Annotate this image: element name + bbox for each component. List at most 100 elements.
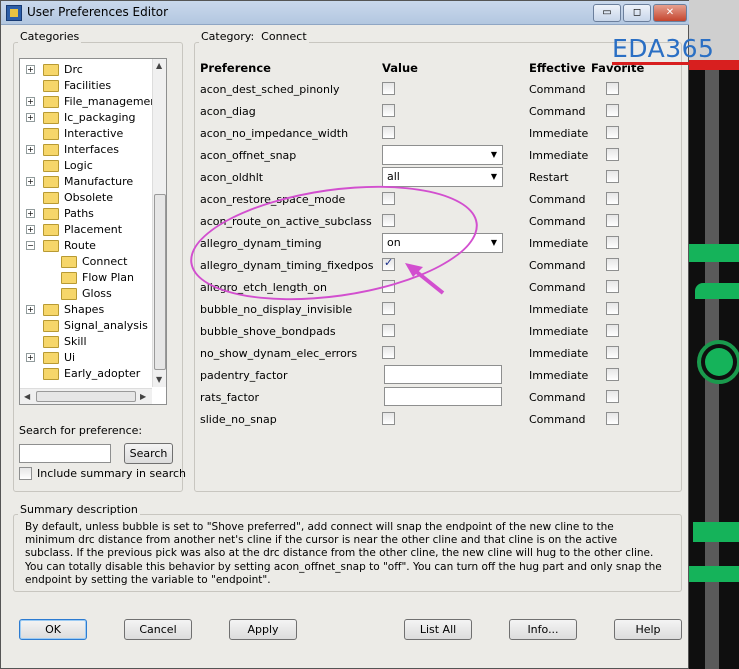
- chevron-down-icon[interactable]: ▼: [486, 146, 502, 164]
- favorite-checkbox[interactable]: [606, 302, 619, 315]
- minimize-button[interactable]: ▭: [593, 4, 621, 22]
- restore-button[interactable]: ◻: [623, 4, 651, 22]
- folder-icon: [43, 160, 59, 172]
- folder-icon: [43, 240, 59, 252]
- preference-name: bubble_shove_bondpads: [200, 325, 336, 338]
- favorite-checkbox[interactable]: [606, 258, 619, 271]
- scroll-right-icon[interactable]: ▶: [140, 392, 146, 401]
- tree-item-manufacture[interactable]: Manufacture: [64, 174, 133, 190]
- list-all-button[interactable]: List All: [404, 619, 472, 640]
- favorite-checkbox[interactable]: [606, 104, 619, 117]
- folder-icon: [43, 352, 59, 364]
- folder-icon: [61, 272, 77, 284]
- favorite-checkbox[interactable]: [606, 324, 619, 337]
- preference-name: acon_diag: [200, 105, 256, 118]
- search-button[interactable]: Search: [124, 443, 173, 464]
- tree-expander-icon[interactable]: +: [26, 209, 35, 218]
- tree-expander-icon[interactable]: +: [26, 305, 35, 314]
- favorite-checkbox[interactable]: [606, 346, 619, 359]
- preference-name: acon_dest_sched_pinonly: [200, 83, 340, 96]
- tree-item-shapes[interactable]: Shapes: [64, 302, 104, 318]
- value-checkbox[interactable]: [382, 324, 395, 337]
- watermark-underline: [612, 62, 722, 65]
- ok-button[interactable]: OK: [19, 619, 87, 640]
- favorite-checkbox[interactable]: [606, 170, 619, 183]
- preference-name: acon_offnet_snap: [200, 149, 297, 162]
- favorite-checkbox[interactable]: [606, 236, 619, 249]
- tree-vertical-scrollbar[interactable]: ▲ ▼: [152, 59, 166, 387]
- col-preference: Preference: [200, 61, 271, 75]
- scroll-thumb[interactable]: [154, 194, 166, 370]
- favorite-checkbox[interactable]: [606, 368, 619, 381]
- tree-item-paths[interactable]: Paths: [64, 206, 94, 222]
- cad-trace: [689, 566, 739, 582]
- scroll-left-icon[interactable]: ◀: [24, 392, 30, 401]
- tree-item-skill[interactable]: Skill: [64, 334, 87, 350]
- value-checkbox[interactable]: [382, 82, 395, 95]
- value-checkbox[interactable]: [382, 126, 395, 139]
- tree-expander-icon[interactable]: +: [26, 353, 35, 362]
- info-button[interactable]: Info...: [509, 619, 577, 640]
- value-checkbox[interactable]: [382, 104, 395, 117]
- category-tree[interactable]: + Drc Facilities + File_management + Ic_packag…: [19, 58, 167, 405]
- watermark-logo: EDA365: [612, 34, 715, 63]
- favorite-checkbox[interactable]: [606, 412, 619, 425]
- apply-button[interactable]: Apply: [229, 619, 297, 640]
- tree-item-connect[interactable]: Connect: [82, 254, 127, 270]
- title-bar[interactable]: User Preferences Editor ▭ ◻ ✕: [1, 1, 690, 25]
- tree-item-ic-packaging[interactable]: Ic_packaging: [64, 110, 135, 126]
- tree-expander-icon[interactable]: +: [26, 225, 35, 234]
- tree-expander-icon[interactable]: +: [26, 97, 35, 106]
- folder-icon: [61, 256, 77, 268]
- search-input[interactable]: [19, 444, 111, 463]
- include-summary-checkbox[interactable]: [19, 467, 32, 480]
- favorite-checkbox[interactable]: [606, 214, 619, 227]
- value-checkbox[interactable]: [382, 302, 395, 315]
- cancel-button[interactable]: Cancel: [124, 619, 192, 640]
- folder-icon: [43, 304, 59, 316]
- favorite-checkbox[interactable]: [606, 390, 619, 403]
- tree-item-route[interactable]: Route: [64, 238, 96, 254]
- folder-icon: [43, 320, 59, 332]
- value-text-input[interactable]: [384, 387, 502, 406]
- close-button[interactable]: ✕: [653, 4, 687, 22]
- help-button[interactable]: Help: [614, 619, 682, 640]
- tree-item-interactive[interactable]: Interactive: [64, 126, 123, 142]
- folder-icon: [43, 96, 59, 108]
- favorite-checkbox[interactable]: [606, 126, 619, 139]
- value-checkbox[interactable]: [382, 412, 395, 425]
- value-checkbox[interactable]: [382, 346, 395, 359]
- tree-item-gloss[interactable]: Gloss: [82, 286, 112, 302]
- tree-expander-icon[interactable]: −: [26, 241, 35, 250]
- tree-item-signal-analysis[interactable]: Signal_analysis: [64, 318, 148, 334]
- value-dropdown[interactable]: ▼: [382, 145, 503, 165]
- scroll-up-icon[interactable]: ▲: [156, 61, 162, 70]
- favorite-checkbox[interactable]: [606, 82, 619, 95]
- tree-item-ui[interactable]: Ui: [64, 350, 75, 366]
- value-dropdown[interactable]: all ▼: [382, 167, 503, 187]
- tree-item-logic[interactable]: Logic: [64, 158, 93, 174]
- value-text-input[interactable]: [384, 365, 502, 384]
- tree-expander-icon[interactable]: +: [26, 113, 35, 122]
- scroll-down-icon[interactable]: ▼: [156, 375, 162, 384]
- tree-expander-icon[interactable]: +: [26, 177, 35, 186]
- tree-expander-icon[interactable]: +: [26, 65, 35, 74]
- effective-value: Immediate: [529, 127, 589, 140]
- favorite-checkbox[interactable]: [606, 192, 619, 205]
- hscroll-thumb[interactable]: [36, 391, 136, 402]
- favorite-checkbox[interactable]: [606, 280, 619, 293]
- tree-item-facilities[interactable]: Facilities: [64, 78, 111, 94]
- chevron-down-icon[interactable]: ▼: [486, 234, 502, 252]
- tree-horizontal-scrollbar[interactable]: ◀ ▶: [20, 388, 152, 404]
- tree-expander-icon[interactable]: +: [26, 145, 35, 154]
- tree-item-flow-plan[interactable]: Flow Plan: [82, 270, 134, 286]
- favorite-checkbox[interactable]: [606, 148, 619, 161]
- tree-item-early-adopter[interactable]: Early_adopter: [64, 366, 140, 382]
- tree-item-interfaces[interactable]: Interfaces: [64, 142, 119, 158]
- chevron-down-icon[interactable]: ▼: [486, 168, 502, 186]
- tree-item-obsolete[interactable]: Obsolete: [64, 190, 113, 206]
- tree-item-drc[interactable]: Drc: [64, 62, 83, 78]
- tree-item-file-management[interactable]: File_management: [64, 94, 162, 110]
- effective-value: Immediate: [529, 347, 589, 360]
- tree-item-placement[interactable]: Placement: [64, 222, 122, 238]
